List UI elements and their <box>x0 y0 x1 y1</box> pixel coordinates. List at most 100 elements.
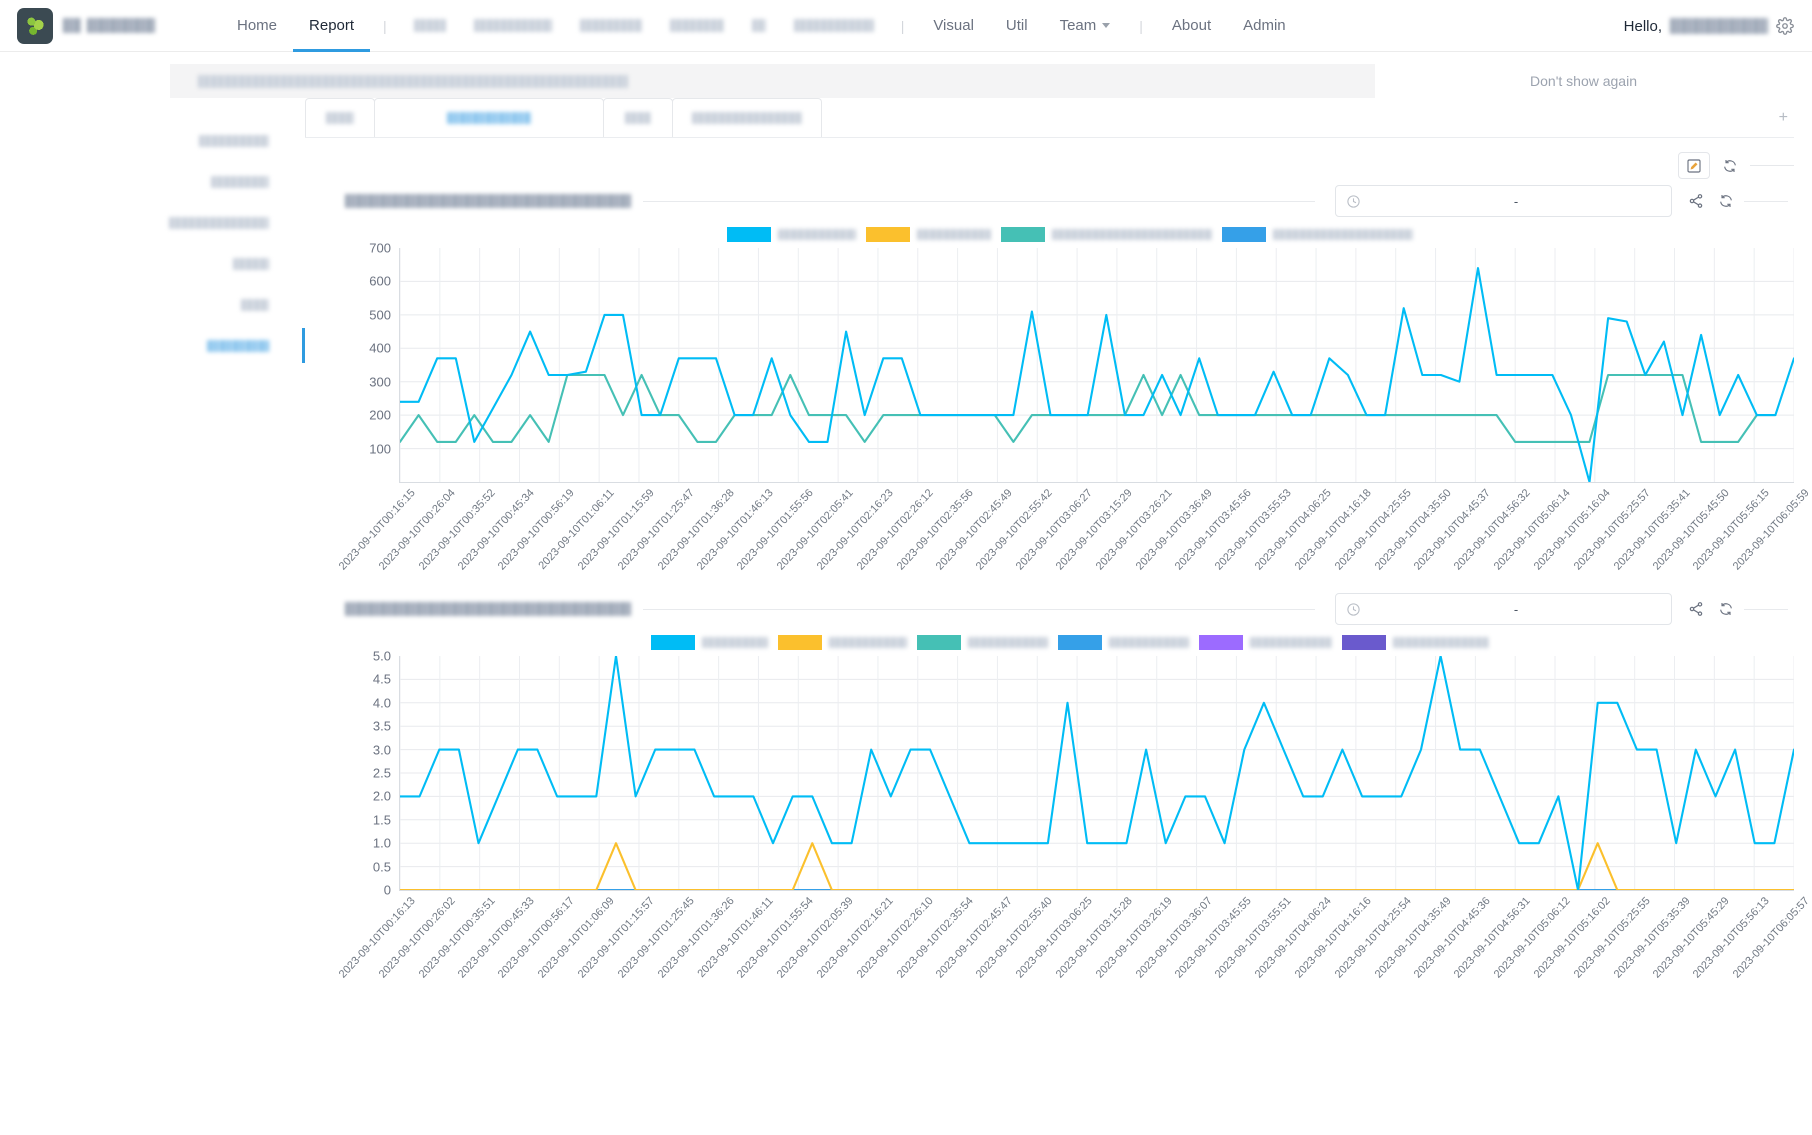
sidebar-item-4[interactable] <box>0 243 305 284</box>
tab-2-label <box>447 112 531 124</box>
chart-2-ytick-5: 2.5 <box>372 765 391 781</box>
chart-1-ytick-5: 600 <box>369 273 391 289</box>
chart-1-legend-item-2[interactable] <box>865 227 991 242</box>
chart-2-xtick-19: 2023-09-10T03:26:19 <box>1093 895 1175 981</box>
sidebar-item-2-label <box>211 175 269 188</box>
chart-2-ytick-1: 0.5 <box>372 859 391 875</box>
sidebar-item-4-label <box>233 257 269 270</box>
tab-4[interactable] <box>672 98 822 137</box>
chart-1-canvas[interactable] <box>399 248 1794 483</box>
chart-2-ytick-8: 4.0 <box>372 695 391 711</box>
nav-link-blurred-2[interactable] <box>460 17 566 35</box>
nav-link-blurred-1[interactable] <box>400 17 460 35</box>
sidebar-item-1[interactable] <box>0 120 305 161</box>
nav-separator-2: | <box>900 17 905 34</box>
clock-icon <box>1347 602 1360 616</box>
nav-link-team-label: Team <box>1059 16 1097 34</box>
chart-1-xtick-9: 2023-09-10T01:46:13 <box>695 487 777 573</box>
chart-2-xtick-21: 2023-09-10T03:45:55 <box>1173 895 1255 981</box>
chart-2-legend-swatch-4 <box>1057 635 1102 650</box>
tab-4-label <box>692 112 802 124</box>
chart-1-title <box>345 194 631 208</box>
nav-link-blurred-4[interactable] <box>656 17 738 35</box>
chart-1-xtick-6: 2023-09-10T01:15:59 <box>575 487 657 573</box>
share-icon[interactable] <box>1688 601 1704 617</box>
chart-1-legend-item-4[interactable] <box>1221 227 1413 242</box>
chart-1-xtick-8: 2023-09-10T01:36:28 <box>655 487 737 573</box>
sidebar-item-2[interactable] <box>0 161 305 202</box>
chart-1-x-axis-wrap: 2023-09-10T00:16:15 2023-09-10T00:26:04 20… <box>337 483 1812 579</box>
nav-link-report[interactable]: Report <box>293 0 370 52</box>
chart-2-legend-item-3[interactable] <box>916 635 1048 650</box>
nav-link-util[interactable]: Util <box>990 0 1044 52</box>
chart-1-legend-item-1[interactable] <box>726 227 856 242</box>
sidebar-item-5-label <box>241 298 269 311</box>
tab-1[interactable] <box>305 98 375 137</box>
chart-1-xtick-11: 2023-09-10T02:05:41 <box>774 487 856 573</box>
chart-2-ytick-0: 0 <box>383 882 391 898</box>
chart-2-xtick-9: 2023-09-10T01:46:11 <box>695 895 777 980</box>
sidebar-item-3[interactable] <box>0 202 305 243</box>
nav-link-blurred-6[interactable] <box>780 17 888 35</box>
chart-2-x-axis: 2023-09-10T00:16:13 2023-09-10T00:26:02 20… <box>337 891 1812 987</box>
chart-2-refresh-icon[interactable] <box>1718 601 1734 617</box>
chart-2-legend-item-2[interactable] <box>777 635 907 650</box>
nav-link-about[interactable]: About <box>1156 0 1227 52</box>
chart-1-daterange-picker[interactable]: - <box>1335 185 1672 217</box>
sidebar-item-5[interactable] <box>0 284 305 325</box>
chart-1-refresh-icon[interactable] <box>1718 193 1734 209</box>
chart-2-canvas[interactable] <box>399 656 1794 891</box>
chart-2-xtick-25: 2023-09-10T04:25:54 <box>1332 895 1414 981</box>
chart-1-legend-swatch-2 <box>865 227 910 242</box>
chart-1-ytick-3: 400 <box>369 340 391 356</box>
chart-2-xtick-23: 2023-09-10T04:06:24 <box>1252 895 1334 981</box>
chart-2-legend-item-1[interactable] <box>650 635 768 650</box>
chart-2-x-axis-wrap: 2023-09-10T00:16:13 2023-09-10T00:26:02 20… <box>337 891 1812 987</box>
chart-1-xtick-21: 2023-09-10T03:45:56 <box>1173 487 1255 573</box>
add-tab-button[interactable]: + <box>1779 110 1788 126</box>
nav-link-blurred-3[interactable] <box>566 17 656 35</box>
sidebar-item-1-label <box>199 134 269 147</box>
edit-panel-button[interactable] <box>1678 152 1710 179</box>
app-logo[interactable] <box>17 7 53 44</box>
chart-2-actions <box>1688 601 1734 617</box>
chart-2-xtick-30: 2023-09-10T05:16:02 <box>1531 895 1613 981</box>
gear-icon[interactable] <box>1776 17 1794 35</box>
tab-3-label <box>625 112 651 124</box>
chart-2-xtick-10: 2023-09-10T01:55:54 <box>735 895 817 981</box>
chart-2-legend-item-4[interactable] <box>1057 635 1189 650</box>
chart-1-legend-item-3[interactable] <box>1000 227 1212 242</box>
refresh-icon[interactable] <box>1722 158 1738 174</box>
chart-2-daterange-picker[interactable]: - <box>1335 593 1672 625</box>
nav-link-team[interactable]: Team <box>1044 0 1127 52</box>
chart-2-legend-item-6[interactable] <box>1341 635 1489 650</box>
sidebar-item-6-selected[interactable] <box>0 325 305 366</box>
chart-1-xtick-35: 2023-09-10T06:05:59 <box>1730 487 1812 573</box>
nav-link-visual[interactable]: Visual <box>917 0 990 52</box>
share-icon[interactable] <box>1688 193 1704 209</box>
nav-link-admin[interactable]: Admin <box>1227 0 1302 52</box>
chart-2-xtick-15: 2023-09-10T02:45:47 <box>934 895 1016 981</box>
dismiss-notice-link[interactable]: Don't show again <box>1530 73 1637 89</box>
chart-1-xtick-5: 2023-09-10T01:06:11 <box>536 487 617 572</box>
chart-1-xtick-26: 2023-09-10T04:35:50 <box>1372 487 1454 573</box>
brand-name <box>63 18 155 33</box>
nav-link-home[interactable]: Home <box>221 0 293 52</box>
chart-1-xtick-29: 2023-09-10T05:06:14 <box>1491 487 1573 573</box>
tab-2-active[interactable] <box>374 98 604 137</box>
chart-1-xtick-10: 2023-09-10T01:55:56 <box>735 487 817 573</box>
user-name[interactable] <box>1670 18 1768 34</box>
chart-1-xtick-2: 2023-09-10T00:35:52 <box>416 487 498 573</box>
chart-2-xtick-31: 2023-09-10T05:25:55 <box>1571 895 1653 981</box>
page-body: + - 100 200 300 400 500 600 700 2023-09-… <box>0 98 1812 987</box>
chart-2-ytick-9: 4.5 <box>372 671 391 687</box>
greeting-label: Hello, <box>1623 17 1662 35</box>
chart-1-legend-label-2 <box>916 229 991 240</box>
chart-2-legend-swatch-1 <box>650 635 695 650</box>
tab-3[interactable] <box>603 98 673 137</box>
chart-2-legend-item-5[interactable] <box>1198 635 1332 650</box>
nav-link-blurred-5[interactable] <box>738 17 780 35</box>
chart-2-xtick-24: 2023-09-10T04:16:16 <box>1292 895 1374 981</box>
chart-1-xtick-31: 2023-09-10T05:25:57 <box>1571 487 1653 573</box>
chart-1-xtick-17: 2023-09-10T03:06:27 <box>1013 487 1095 573</box>
